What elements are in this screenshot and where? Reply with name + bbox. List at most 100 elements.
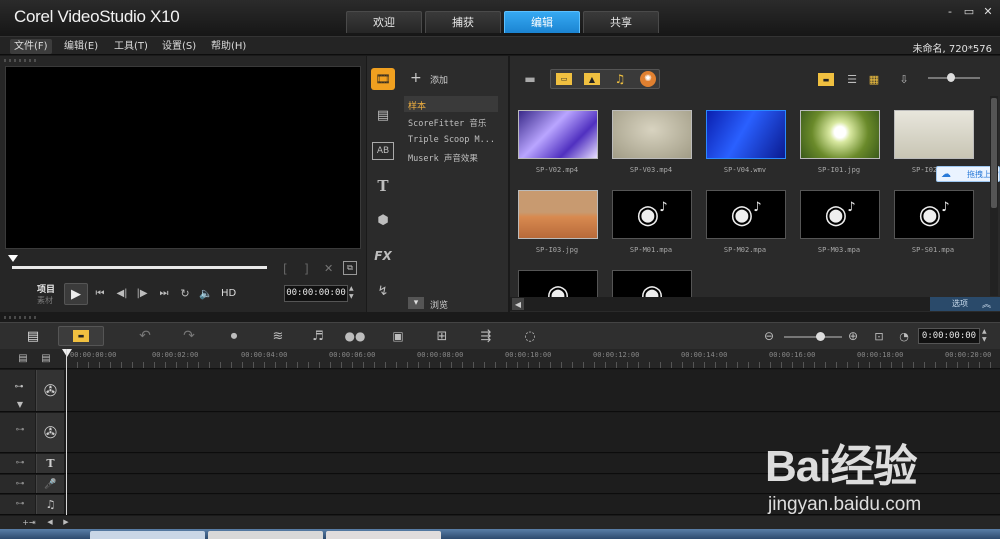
options-button[interactable]: 选项 ︽: [930, 297, 1000, 311]
library-item[interactable]: ◉: [604, 270, 698, 300]
collapse-left-icon[interactable]: ◀: [512, 298, 524, 310]
library-item[interactable]: ◉ ♪ SP-M02.mpa: [698, 190, 792, 268]
redo-icon[interactable]: ↷: [180, 327, 198, 345]
library-item[interactable]: ◉ ♪ SP-M03.mpa: [792, 190, 886, 268]
menu-tools[interactable]: 工具(T): [110, 39, 152, 54]
tab-capture[interactable]: 捕获: [425, 11, 501, 33]
title-icon[interactable]: T: [372, 177, 394, 195]
music-track-icon[interactable]: ♫: [36, 495, 64, 514]
chevron-down-icon[interactable]: ▼: [15, 400, 25, 409]
taskbar-item[interactable]: [326, 531, 441, 539]
folder-icon[interactable]: ▬: [522, 72, 538, 86]
panel-grip[interactable]: [4, 316, 38, 319]
library-scrollbar[interactable]: [990, 96, 998, 296]
show-all-tracks-icon[interactable]: ▤: [15, 352, 31, 364]
library-item[interactable]: SP-I03.jpg: [510, 190, 604, 268]
mode-clip[interactable]: 素材: [37, 295, 53, 306]
library-item[interactable]: SP-V03.mp4: [604, 110, 698, 188]
instant-project-icon[interactable]: ▤: [372, 106, 394, 124]
close-button[interactable]: ✕: [981, 6, 995, 18]
transition-icon[interactable]: AB: [372, 142, 394, 160]
fx-icon[interactable]: FX: [372, 247, 394, 265]
clock-icon[interactable]: ◔: [897, 328, 911, 344]
multi-trimming-icon[interactable]: ⊞: [432, 327, 452, 345]
thumbnail-view-icon[interactable]: ▬: [818, 73, 834, 86]
video-track[interactable]: ⊶ ▼ ✇: [0, 370, 1000, 412]
path-icon[interactable]: ↯: [372, 282, 394, 300]
auto-music-icon[interactable]: ♬: [308, 327, 328, 345]
record-capture-icon[interactable]: ⏺: [224, 327, 244, 345]
scroll-left-icon[interactable]: ◀: [46, 517, 54, 527]
scroll-right-icon[interactable]: ▶: [62, 517, 70, 527]
sound-mixer-icon[interactable]: ≋: [268, 327, 288, 345]
thumb-size-handle[interactable]: [947, 73, 955, 82]
repeat-icon[interactable]: ↻: [178, 286, 192, 300]
taskbar-item[interactable]: [208, 531, 323, 539]
ripple-edit-icon[interactable]: ⊶: [12, 382, 26, 392]
motion-tracking-icon[interactable]: ●●: [344, 327, 366, 345]
maximize-button[interactable]: ▭: [962, 6, 976, 18]
timeline-ruler[interactable]: ▤ ▤ 00:00:00:00 00:00:02:00 00:00:04:00 …: [0, 349, 1000, 369]
next-frame-icon[interactable]: |▶: [135, 286, 149, 300]
folder-samples[interactable]: 样本: [408, 99, 426, 112]
hd-toggle[interactable]: HD: [221, 288, 236, 299]
list-view-icon[interactable]: ☰: [844, 72, 860, 86]
preview-timecode[interactable]: 00:00:00:00: [284, 285, 348, 302]
library-item[interactable]: SP-V04.wmv: [698, 110, 792, 188]
time-remapping-icon[interactable]: ⇶: [476, 327, 496, 345]
ripple-edit-icon[interactable]: ⊶: [14, 425, 26, 435]
tab-edit[interactable]: 编辑: [504, 11, 580, 33]
tab-welcome[interactable]: 欢迎: [346, 11, 422, 33]
enlarge-preview-icon[interactable]: ⧉: [343, 261, 357, 275]
panel-grip[interactable]: [4, 59, 38, 62]
voice-track-icon[interactable]: 🎤: [36, 475, 64, 493]
tripod-icon[interactable]: ✺: [640, 71, 656, 87]
mark-in-icon[interactable]: [: [283, 262, 295, 276]
scrollbar-thumb[interactable]: [991, 98, 997, 208]
home-icon[interactable]: ⏮: [93, 286, 107, 300]
fit-project-icon[interactable]: ⊡: [872, 328, 886, 344]
menu-settings[interactable]: 设置(S): [158, 39, 200, 54]
zoom-handle[interactable]: [816, 332, 825, 341]
graphic-icon[interactable]: ⬢: [372, 211, 394, 229]
browse-label[interactable]: 浏览: [430, 298, 448, 311]
prev-frame-icon[interactable]: ◀|: [115, 286, 129, 300]
menu-file[interactable]: 文件(F): [10, 39, 52, 54]
ripple-edit-icon[interactable]: ⊶: [14, 499, 26, 509]
timecode-spinner[interactable]: ▲ ▼: [982, 328, 990, 344]
timeline-timecode[interactable]: 0:00:00:00: [918, 328, 980, 344]
folder-muserk[interactable]: Muserk 声音效果: [408, 152, 478, 164]
mark-out-icon[interactable]: ]: [304, 262, 316, 276]
show-audio-icon[interactable]: ♫: [612, 72, 628, 86]
add-folder-label[interactable]: 添加: [430, 73, 448, 86]
title-track-icon[interactable]: T: [36, 454, 64, 473]
library-item[interactable]: SP-I01.jpg: [792, 110, 886, 188]
browse-icon[interactable]: ▾: [408, 297, 424, 309]
sort-icon[interactable]: ⇩: [896, 71, 912, 87]
ripple-edit-icon[interactable]: ⊶: [14, 479, 26, 489]
timeline-view-button[interactable]: ▬: [58, 326, 104, 346]
overlay-track-icon[interactable]: ✇: [36, 413, 64, 452]
grid-view-icon[interactable]: ▦: [866, 72, 882, 86]
tab-share[interactable]: 共享: [583, 11, 659, 33]
scrubber-bar[interactable]: [12, 266, 267, 269]
add-icon[interactable]: +: [410, 70, 422, 86]
menu-help[interactable]: 帮助(H): [207, 39, 250, 54]
media-icon[interactable]: 🎞: [371, 68, 395, 90]
video-track-icon[interactable]: ✇: [36, 370, 64, 411]
minimize-button[interactable]: -: [943, 6, 957, 18]
storyboard-view-icon[interactable]: ▤: [20, 327, 46, 345]
ripple-edit-icon[interactable]: ⊶: [14, 458, 26, 468]
show-video-icon[interactable]: ▭: [556, 73, 572, 85]
scrubber-handle[interactable]: [8, 255, 18, 262]
mode-project[interactable]: 项目: [37, 282, 55, 295]
library-item[interactable]: ◉ ♪ SP-S01.mpa: [886, 190, 980, 268]
undo-icon[interactable]: ↶: [136, 327, 154, 345]
play-button[interactable]: ▶: [64, 283, 88, 305]
add-track-icon[interactable]: +⇥: [22, 517, 36, 527]
volume-icon[interactable]: 🔈: [199, 286, 213, 300]
folder-triple-scoop[interactable]: Triple Scoop M...: [408, 135, 495, 145]
zoom-slider[interactable]: [784, 336, 842, 338]
subtitle-editor-icon[interactable]: ▣: [388, 327, 408, 345]
taskbar-item[interactable]: [90, 531, 205, 539]
